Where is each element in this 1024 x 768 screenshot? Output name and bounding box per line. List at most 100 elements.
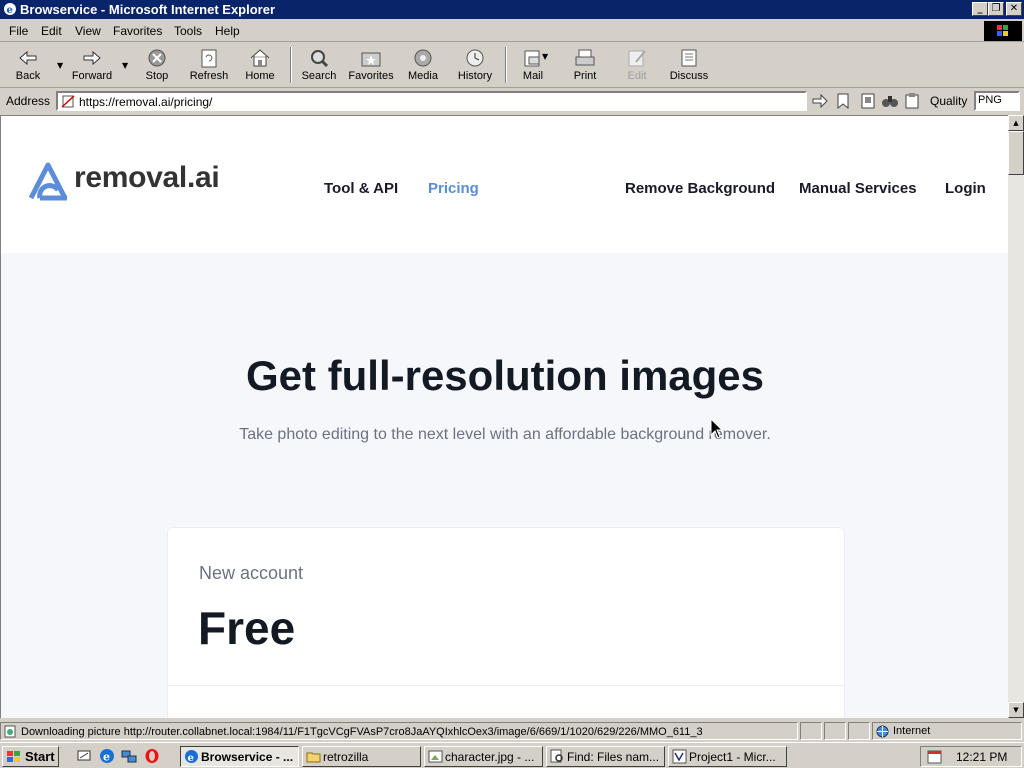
mail-button[interactable]: Mail [508,46,558,86]
show-desktop-icon[interactable] [76,748,92,764]
refresh-label: Refresh [189,70,229,82]
favorites-button[interactable]: Favorites [346,46,396,86]
back-button[interactable]: Back [3,46,53,86]
site-logo[interactable]: removal.ai [27,160,249,204]
security-zone-panel: Internet [872,722,1022,740]
discuss-button[interactable]: Discuss [664,46,714,86]
edit-button[interactable]: Edit [612,46,662,86]
back-arrow-icon [19,50,37,66]
stop-label: Stop [145,70,169,82]
home-button[interactable]: Home [235,46,285,86]
discuss-label: Discuss [669,70,709,82]
forward-arrow-icon [83,50,101,66]
task-character-jpg[interactable]: character.jpg - ... [424,746,543,767]
status-panel-main: Downloading picture http://router.collab… [0,722,798,740]
print-icon [575,49,595,66]
status-panel [800,722,822,740]
site-header: removal.ai Tool & API Pricing Remove Bac… [1,116,1008,253]
nav-manual-services[interactable]: Manual Services [799,180,917,197]
refresh-button[interactable]: Refresh [184,46,234,86]
scheduler-icon[interactable] [927,749,943,764]
stop-icon [148,49,166,67]
find-binoculars-icon[interactable] [881,93,899,109]
task-label: retrozilla [323,750,369,764]
nav-pricing[interactable]: Pricing [428,180,479,197]
svg-text:e: e [103,751,110,764]
nav-login[interactable]: Login [945,180,986,197]
page-title: Get full-resolution images [245,352,765,399]
window-title: Browservice - Microsoft Internet Explore… [20,2,276,17]
plan-name: Free [198,602,296,654]
menu-favorites[interactable]: Favorites [113,24,162,38]
quality-label: Quality [930,94,968,108]
go-arrow-icon[interactable] [811,93,829,109]
pricing-card-free: New account Free [167,527,845,718]
vertical-scrollbar[interactable]: ▲ ▼ [1008,115,1024,718]
toolbar-separator [505,47,507,83]
print-button[interactable]: Print [560,46,610,86]
opera-icon[interactable] [144,748,160,764]
address-input[interactable]: https://removal.ai/pricing/ [56,91,807,111]
forward-dropdown-icon[interactable]: ▼ [122,61,130,70]
history-label: History [457,70,493,82]
internet-explorer-icon: e [185,750,198,764]
address-bar: Address https://removal.ai/pricing/ Qual… [0,89,1024,113]
mail-dropdown-icon[interactable]: ▼ [542,52,550,61]
status-panel [824,722,846,740]
system-tray: 12:21 PM [920,746,1022,767]
menu-view[interactable]: View [75,24,101,38]
scroll-down-arrow-icon[interactable]: ▼ [1008,702,1024,718]
taskbar: Start e e Browservice - ... retrozilla c… [0,742,1024,768]
task-browservice[interactable]: e Browservice - ... [180,746,299,767]
page-icon [61,95,75,108]
task-retrozilla[interactable]: retrozilla [302,746,421,767]
search-button[interactable]: Search [294,46,344,86]
media-icon [414,49,432,67]
menu-tools[interactable]: Tools [174,24,202,38]
windows-flag-icon [7,751,20,762]
scroll-thumb[interactable] [1008,131,1024,175]
search-label: Search [301,70,337,82]
search-files-icon [550,749,563,763]
toolbar-separator [290,47,292,83]
nav-tool-api[interactable]: Tool & API [324,180,398,197]
ie-logo-icon: e [4,3,16,16]
forward-button[interactable]: Forward [67,46,117,86]
bookmark-icon[interactable] [834,93,852,109]
menu-help[interactable]: Help [215,24,240,38]
internet-explorer-icon[interactable]: e [99,748,115,764]
minimize-button[interactable]: _ [972,2,988,16]
menu-edit[interactable]: Edit [41,24,62,38]
folder-icon [306,752,321,763]
nav-remove-background[interactable]: Remove Background [625,180,775,197]
mail-icon [524,50,540,67]
history-button[interactable]: History [450,46,500,86]
clipboard-icon[interactable] [903,93,921,109]
task-project1[interactable]: Project1 - Micr... [668,746,787,767]
start-label: Start [25,749,55,764]
search-icon [311,50,329,68]
quality-select[interactable]: PNG [974,91,1020,111]
start-button[interactable]: Start [2,746,59,767]
svg-text:e: e [7,5,13,16]
close-button[interactable]: ✕ [1006,2,1022,16]
refresh-icon [201,49,217,68]
page-loading-icon [4,725,16,738]
mail-label: Mail [522,70,544,82]
task-find-files[interactable]: Find: Files nam... [546,746,665,767]
mouse-cursor-icon [710,418,724,439]
back-dropdown-icon[interactable]: ▼ [57,61,65,70]
scroll-up-arrow-icon[interactable]: ▲ [1008,115,1024,131]
menu-file[interactable]: File [9,24,28,38]
media-button[interactable]: Media [398,46,448,86]
page-view-icon[interactable] [859,93,877,109]
forward-label: Forward [71,70,113,82]
removal-logo-icon [28,162,68,201]
internet-globe-icon [876,725,889,738]
image-editor-icon [428,750,443,763]
stop-button[interactable]: Stop [132,46,182,86]
plan-label: New account [199,563,304,583]
restore-button[interactable]: ❐ [988,2,1004,16]
network-icon[interactable] [121,748,137,764]
page-subtitle: Take photo editing to the next level wit… [239,426,771,443]
